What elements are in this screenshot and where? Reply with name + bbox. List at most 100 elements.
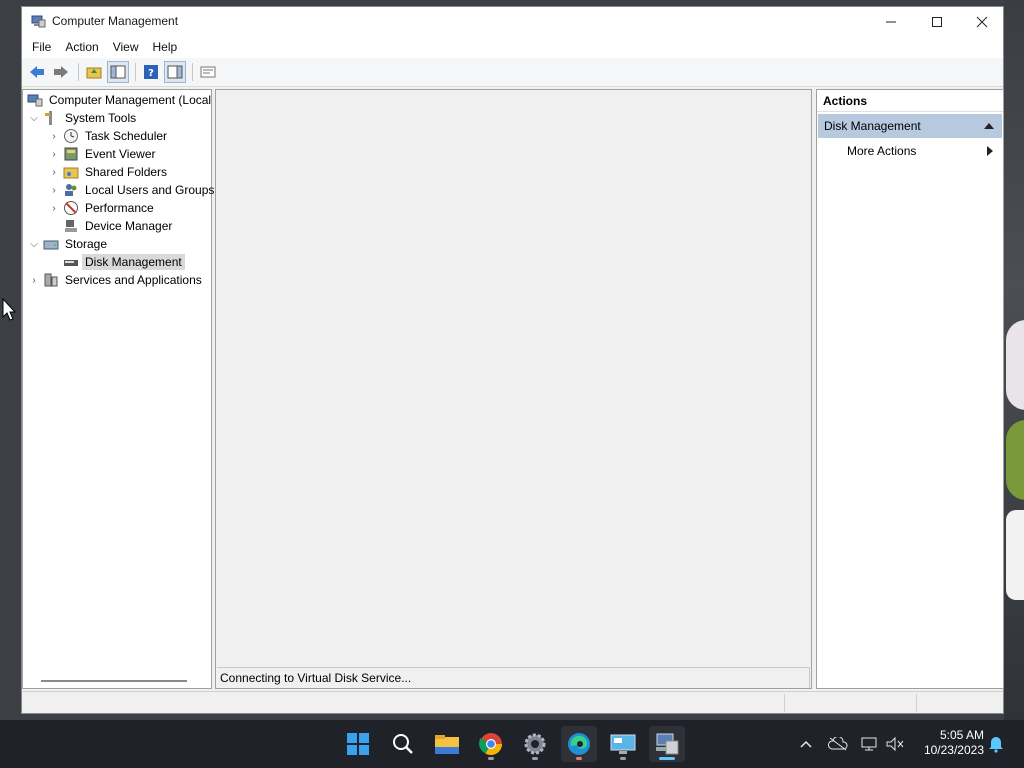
file-explorer-button[interactable] bbox=[429, 726, 465, 762]
forward-arrow-icon bbox=[54, 66, 68, 78]
storage-icon bbox=[43, 240, 59, 250]
title-bar[interactable]: Computer Management bbox=[22, 7, 1003, 36]
onedrive-tray-button[interactable] bbox=[828, 734, 848, 754]
tree-label: Storage bbox=[65, 237, 108, 251]
chrome-button[interactable] bbox=[473, 726, 509, 762]
chevron-down-icon[interactable]: ⌵ bbox=[27, 111, 41, 125]
performance-icon bbox=[64, 201, 78, 215]
action-pane-icon bbox=[167, 65, 183, 79]
tree-item-task-scheduler[interactable]: › Task Scheduler bbox=[47, 127, 170, 145]
toolbar-separator bbox=[192, 63, 193, 81]
show-hidden-icons-button[interactable] bbox=[796, 734, 816, 754]
up-one-level-button[interactable] bbox=[83, 61, 105, 83]
horizontal-scrollbar[interactable] bbox=[41, 680, 187, 682]
chevron-right-icon[interactable]: › bbox=[47, 129, 61, 143]
tools-icon bbox=[45, 111, 52, 125]
shared-folder-icon bbox=[63, 167, 79, 179]
chevron-right-icon[interactable]: › bbox=[47, 201, 61, 215]
close-button[interactable] bbox=[959, 7, 1005, 36]
tree-item-disk-management[interactable]: Disk Management bbox=[61, 253, 185, 271]
notifications-button[interactable] bbox=[986, 734, 1006, 754]
computer-management-icon bbox=[656, 733, 679, 755]
status-bar-segment bbox=[916, 694, 1002, 712]
tree-item-storage[interactable]: ⌵ Storage bbox=[27, 235, 110, 253]
tree-item-local-users[interactable]: › Local Users and Groups bbox=[47, 181, 217, 199]
remote-desktop-button[interactable] bbox=[605, 726, 641, 762]
tree-item-event-viewer[interactable]: › Event Viewer bbox=[47, 145, 158, 163]
more-actions-item[interactable]: More Actions bbox=[817, 140, 1001, 162]
status-bar bbox=[22, 691, 1003, 713]
actions-section-label: Disk Management bbox=[824, 119, 921, 133]
taskbar-clock[interactable]: 5:05 AM 10/23/2023 bbox=[916, 728, 984, 758]
properties-icon bbox=[200, 66, 216, 78]
chevron-down-icon[interactable]: ⌵ bbox=[27, 237, 41, 251]
tree-item-root[interactable]: Computer Management (Local bbox=[25, 91, 214, 109]
actions-section-disk-management[interactable]: Disk Management bbox=[818, 114, 1002, 138]
edge-icon bbox=[568, 733, 590, 755]
collapse-up-icon[interactable] bbox=[984, 122, 994, 130]
volume-tray-button[interactable] bbox=[885, 734, 905, 754]
more-actions-label: More Actions bbox=[847, 144, 917, 158]
tree-item-services[interactable]: › Services and Applications bbox=[27, 271, 205, 289]
submenu-arrow-icon bbox=[987, 146, 993, 156]
properties-button[interactable] bbox=[197, 61, 219, 83]
start-icon bbox=[347, 733, 369, 755]
search-button[interactable] bbox=[385, 726, 421, 762]
tree-label: Performance bbox=[85, 201, 154, 215]
help-button[interactable]: ? bbox=[140, 61, 162, 83]
tree-item-shared-folders[interactable]: › Shared Folders bbox=[47, 163, 170, 181]
back-arrow-icon bbox=[30, 66, 44, 78]
chevron-right-icon[interactable]: › bbox=[47, 147, 61, 161]
computer-management-icon bbox=[31, 15, 46, 28]
menu-file[interactable]: File bbox=[26, 38, 57, 56]
chrome-icon bbox=[479, 733, 502, 755]
chevron-right-icon[interactable]: › bbox=[27, 273, 41, 287]
result-pane bbox=[215, 89, 812, 689]
network-tray-button[interactable] bbox=[860, 734, 880, 754]
maximize-icon bbox=[932, 16, 942, 27]
console-tree: Computer Management (Local ⌵ System Tool… bbox=[22, 89, 214, 689]
active-window-indicator bbox=[659, 757, 675, 760]
chevron-right-icon[interactable]: › bbox=[47, 165, 61, 179]
settings-icon bbox=[524, 733, 546, 755]
console-tree-icon bbox=[110, 65, 126, 79]
chevron-right-icon[interactable]: › bbox=[47, 183, 61, 197]
running-indicator bbox=[488, 757, 494, 760]
tree-label: Local Users and Groups bbox=[85, 183, 215, 197]
show-hide-console-tree-button[interactable] bbox=[107, 61, 129, 83]
tree-item-device-manager[interactable]: Device Manager bbox=[61, 217, 175, 235]
menu-help[interactable]: Help bbox=[147, 38, 184, 56]
menu-action[interactable]: Action bbox=[59, 38, 104, 56]
clock-date: 10/23/2023 bbox=[923, 743, 984, 757]
file-explorer-icon bbox=[435, 735, 459, 754]
tree-label: Task Scheduler bbox=[85, 129, 168, 143]
tree-item-performance[interactable]: › Performance bbox=[47, 199, 157, 217]
minimize-button[interactable] bbox=[868, 7, 914, 36]
maximize-button[interactable] bbox=[914, 7, 960, 36]
start-button[interactable] bbox=[340, 726, 376, 762]
minimize-icon bbox=[886, 21, 896, 22]
computer-management-window: Computer Management File Action View Hel… bbox=[21, 6, 1004, 714]
edge-button[interactable] bbox=[561, 726, 597, 762]
actions-pane: Actions Disk Management More Actions bbox=[816, 89, 1004, 689]
wallpaper-decoration bbox=[1006, 420, 1024, 500]
folder-up-icon bbox=[86, 67, 102, 79]
tree-label: Services and Applications bbox=[65, 273, 202, 287]
tree-label: Shared Folders bbox=[85, 165, 168, 179]
clock-icon bbox=[64, 129, 78, 143]
computer-management-taskbar-button[interactable] bbox=[649, 726, 685, 762]
menu-bar: File Action View Help bbox=[22, 36, 1003, 58]
tree-label: Device Manager bbox=[85, 219, 173, 233]
forward-button[interactable] bbox=[50, 61, 72, 83]
menu-view[interactable]: View bbox=[107, 38, 145, 56]
help-icon: ? bbox=[144, 65, 158, 79]
toolbar-separator bbox=[78, 63, 79, 81]
search-icon bbox=[393, 734, 413, 754]
show-hide-action-pane-button[interactable] bbox=[164, 61, 186, 83]
tree-item-system-tools[interactable]: ⌵ System Tools bbox=[27, 109, 139, 127]
running-indicator bbox=[532, 757, 538, 760]
disk-icon bbox=[64, 260, 78, 266]
back-button[interactable] bbox=[26, 61, 48, 83]
settings-button[interactable] bbox=[517, 726, 553, 762]
close-icon bbox=[976, 16, 988, 27]
